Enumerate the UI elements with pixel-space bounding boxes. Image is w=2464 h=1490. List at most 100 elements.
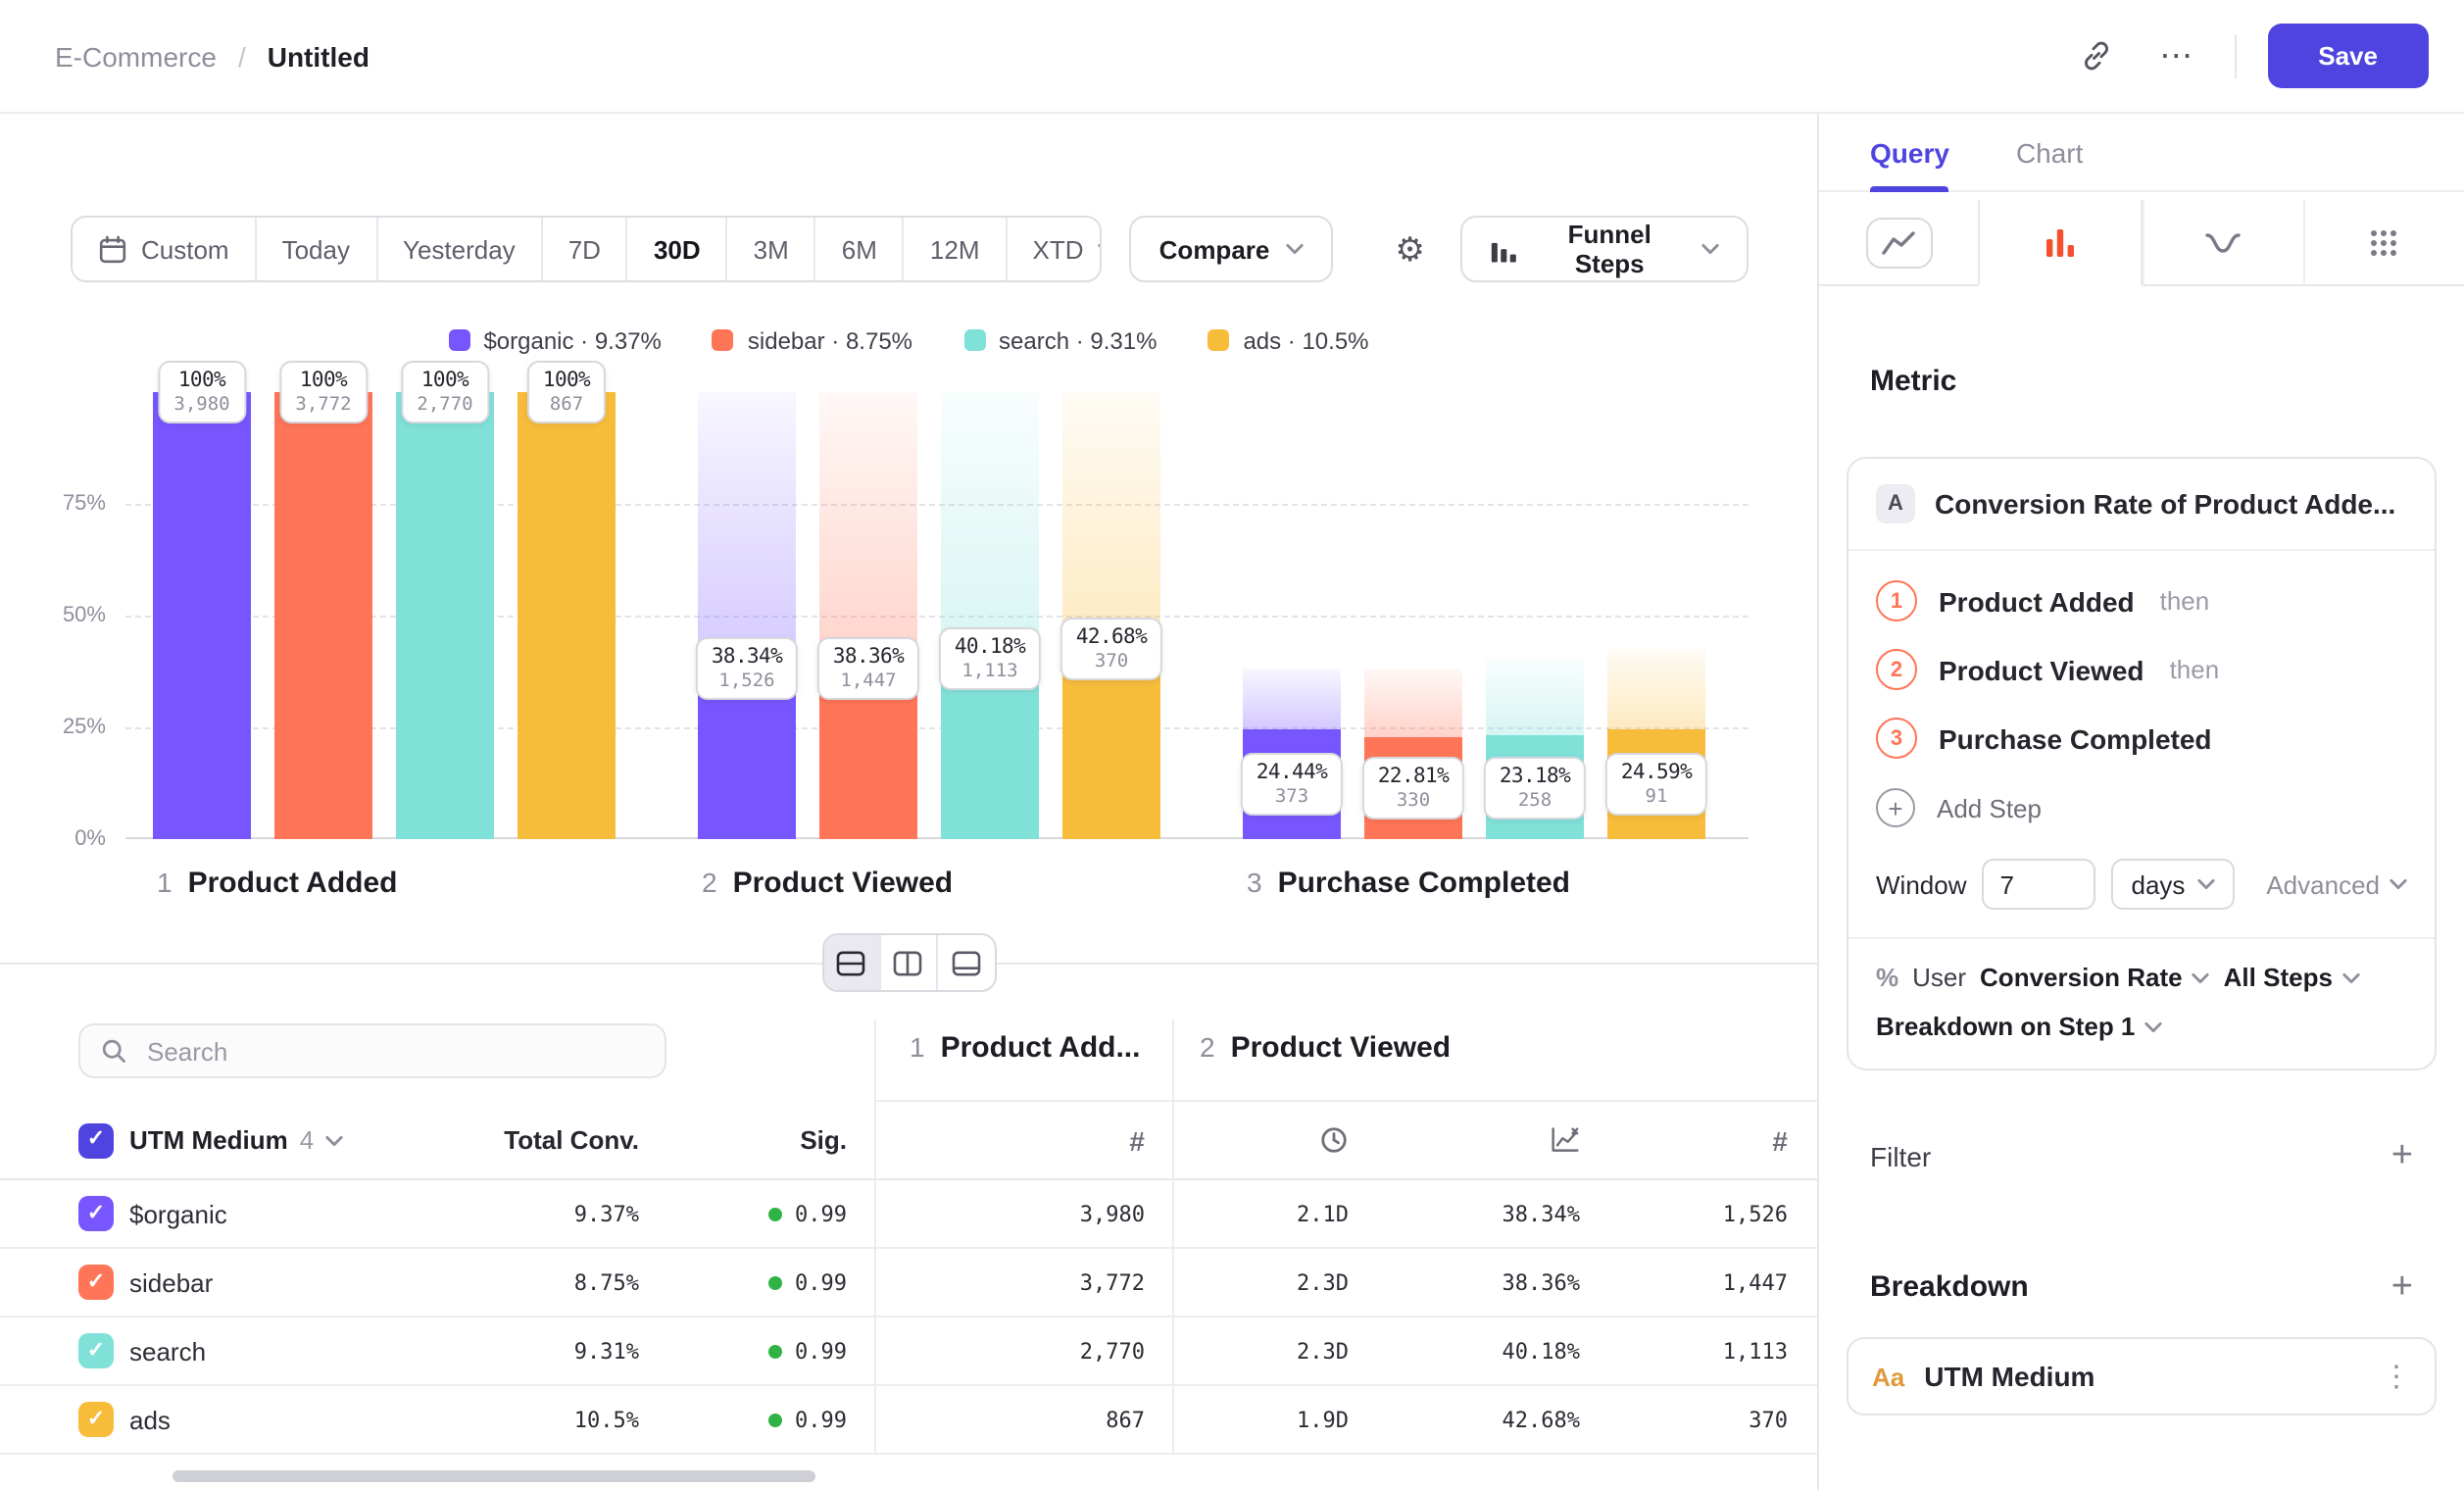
tab-chart[interactable]: Chart xyxy=(2016,114,2083,190)
range-button-custom[interactable]: Custom xyxy=(73,218,257,280)
chevron-down-icon xyxy=(2144,1020,2162,1032)
row-checkbox[interactable]: ✓ xyxy=(78,1402,114,1437)
table-group-header-step1: 1 Product Add... xyxy=(910,1031,1141,1065)
save-button[interactable]: Save xyxy=(2267,24,2429,88)
chart-type-label: Funnel Steps xyxy=(1533,220,1686,278)
metric-heading: Metric xyxy=(1870,365,2413,398)
add-step-button[interactable]: + Add Step xyxy=(1848,772,2435,843)
measure-prefix: User xyxy=(1912,963,1966,992)
legend-item-ads[interactable]: ads · 10.5% xyxy=(1207,326,1368,354)
step2-time-header[interactable] xyxy=(1172,1125,1349,1155)
table-group-header-step2: 2 Product Viewed xyxy=(1200,1031,1451,1065)
sig-header[interactable]: Sig. xyxy=(639,1125,847,1155)
chart-toolbar: CustomTodayYesterday7D30D3M6M12MXTD Comp… xyxy=(71,216,1749,282)
step2-rate-header[interactable] xyxy=(1349,1125,1580,1155)
range-button-3m[interactable]: 3M xyxy=(728,218,816,280)
chevron-down-icon xyxy=(1285,243,1303,255)
funnel-ghost-bar xyxy=(698,392,796,668)
chart-type-more-tab[interactable] xyxy=(2303,200,2464,286)
layout-split-vertical-button[interactable] xyxy=(880,935,937,990)
search-input[interactable] xyxy=(143,1034,645,1068)
range-button-yesterday[interactable]: Yesterday xyxy=(377,218,543,280)
content: CustomTodayYesterday7D30D3M6M12MXTD Comp… xyxy=(0,114,2464,1490)
funnel-ghost-bar xyxy=(819,392,917,668)
tab-query[interactable]: Query xyxy=(1870,114,1949,190)
add-filter-button[interactable]: + xyxy=(2391,1137,2413,1174)
measure-scope-select[interactable]: All Steps xyxy=(2224,963,2360,992)
conversion-rate-icon xyxy=(1551,1125,1580,1155)
advanced-button[interactable]: Advanced xyxy=(2266,869,2407,899)
compare-button[interactable]: Compare xyxy=(1130,216,1333,282)
row-step2-count: 1,526 xyxy=(1580,1201,1788,1226)
breadcrumb-separator: / xyxy=(238,40,246,72)
table-row-search[interactable]: ✓search9.31%0.992,7702.3D40.18%1,113 xyxy=(0,1317,1817,1386)
row-step2-time: 2.1D xyxy=(1172,1201,1349,1226)
funnel-bar-search-step1[interactable] xyxy=(396,392,494,839)
step-number-badge: 3 xyxy=(1876,718,1917,759)
row-checkbox[interactable]: ✓ xyxy=(78,1333,114,1368)
total-conv-header[interactable]: Total Conv. xyxy=(365,1125,639,1155)
legend-item-sidebar[interactable]: sidebar · 8.75% xyxy=(713,326,912,354)
conversion-time-icon xyxy=(1319,1125,1349,1155)
table-row-$organic[interactable]: ✓$organic9.37%0.993,9802.1D38.34%1,526 xyxy=(0,1180,1817,1249)
window-unit-select[interactable]: days xyxy=(2112,859,2235,910)
metric-step-3[interactable]: 3Purchase Completed xyxy=(1848,704,2435,772)
layout-split-horizontal-button[interactable] xyxy=(823,935,880,990)
breakdown-column-header[interactable]: UTM Medium 4 xyxy=(129,1125,365,1155)
row-step1-count: 867 xyxy=(874,1407,1145,1432)
add-breakdown-button[interactable]: + xyxy=(2391,1268,2413,1306)
chart-type-funnel-tab[interactable] xyxy=(1979,200,2143,286)
breakdown-on-select[interactable]: Breakdown on Step 1 xyxy=(1876,1012,2162,1041)
window-value-input[interactable] xyxy=(1983,859,2096,910)
bar-value-label: 38.34%1,526 xyxy=(696,636,798,699)
chart-settings-button[interactable]: ⚙ xyxy=(1387,224,1433,273)
chart-type-dropdown[interactable]: Funnel Steps xyxy=(1460,216,1749,282)
more-options-button[interactable]: ⋯ xyxy=(2151,31,2202,80)
layout-split-horizontal-icon xyxy=(836,950,865,975)
report-canvas: CustomTodayYesterday7D30D3M6M12MXTD Comp… xyxy=(0,114,1817,1490)
layout-bottom-panel-button[interactable] xyxy=(937,935,994,990)
funnel-chart: 75%50%25%0%100%3,980100%3,772100%2,77010… xyxy=(0,392,1817,839)
step1-count-header[interactable]: # xyxy=(874,1124,1145,1156)
measure-select[interactable]: Conversion Rate xyxy=(1980,963,2210,992)
row-name: sidebar xyxy=(129,1267,365,1297)
row-significance: 0.99 xyxy=(639,1269,847,1295)
row-step2-pct: 40.18% xyxy=(1349,1338,1580,1364)
funnel-bar-$organic-step1[interactable] xyxy=(153,392,251,839)
y-axis-tick: 25% xyxy=(0,714,106,741)
flows-icon xyxy=(2205,228,2241,256)
row-checkbox[interactable]: ✓ xyxy=(78,1196,114,1231)
breakdown-item[interactable]: Aa UTM Medium ⋮ xyxy=(1847,1337,2437,1416)
bar-value-label: 100%867 xyxy=(527,361,606,423)
share-link-button[interactable] xyxy=(2071,31,2120,80)
metric-step-1[interactable]: 1Product Addedthen xyxy=(1848,567,2435,635)
table-row-sidebar[interactable]: ✓sidebar8.75%0.993,7722.3D38.36%1,447 xyxy=(0,1249,1817,1317)
row-total-conv: 9.37% xyxy=(365,1201,639,1226)
metric-title-row[interactable]: A Conversion Rate of Product Adde... xyxy=(1848,459,2435,551)
range-button-6m[interactable]: 6M xyxy=(816,218,905,280)
legend-item-$organic[interactable]: $organic · 9.37% xyxy=(448,326,661,354)
range-button-12m[interactable]: 12M xyxy=(905,218,1008,280)
range-button-today[interactable]: Today xyxy=(257,218,377,280)
kebab-menu-icon[interactable]: ⋮ xyxy=(2382,1362,2411,1391)
horizontal-scrollbar[interactable] xyxy=(172,1470,815,1482)
chevron-down-icon xyxy=(2342,971,2360,983)
metric-step-2[interactable]: 2Product Viewedthen xyxy=(1848,635,2435,704)
row-checkbox[interactable]: ✓ xyxy=(78,1265,114,1300)
select-all-checkbox[interactable]: ✓ xyxy=(78,1122,114,1158)
range-button-xtd[interactable]: XTD xyxy=(1008,218,1103,280)
chart-type-flows-tab[interactable] xyxy=(2142,200,2303,286)
bar-value-label: 22.81%330 xyxy=(1362,757,1464,820)
breadcrumb-parent[interactable]: E-Commerce xyxy=(55,40,217,72)
step2-count-header[interactable]: # xyxy=(1580,1124,1788,1156)
report-title[interactable]: Untitled xyxy=(268,40,370,72)
funnel-bar-ads-step1[interactable] xyxy=(517,392,616,839)
funnel-bar-sidebar-step1[interactable] xyxy=(274,392,372,839)
legend-item-search[interactable]: search · 9.31% xyxy=(963,326,1157,354)
range-button-7d[interactable]: 7D xyxy=(543,218,628,280)
range-button-30d[interactable]: 30D xyxy=(628,218,728,280)
layout-split-vertical-icon xyxy=(893,950,922,975)
chart-type-line-tab[interactable] xyxy=(1819,200,1979,286)
table-row-ads[interactable]: ✓ads10.5%0.998671.9D42.68%370 xyxy=(0,1386,1817,1455)
bar-value-label: 100%3,772 xyxy=(279,361,367,423)
